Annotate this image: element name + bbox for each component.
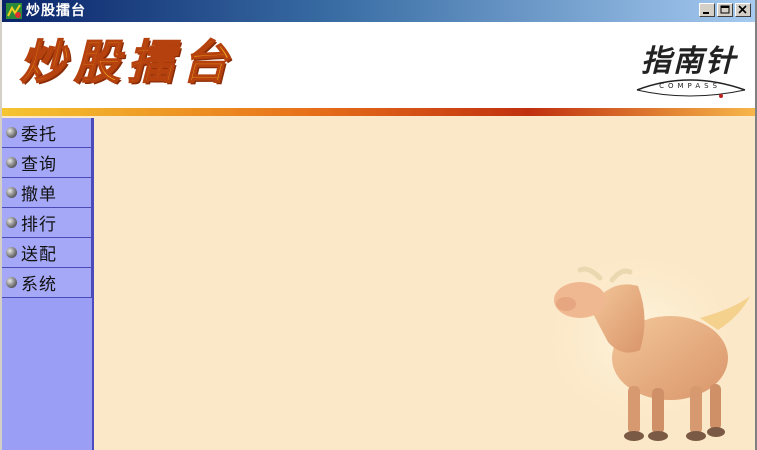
banner-accent-bar — [2, 108, 755, 116]
app-icon — [6, 3, 22, 19]
sidebar-item-label: 系统 — [21, 275, 57, 295]
sidebar-item-cancel-order[interactable]: 撤单 — [2, 178, 92, 208]
compass-arc-icon — [636, 79, 746, 98]
compass-logo: 指南针 COMPASS — [629, 30, 749, 106]
header-banner: 炒股擂台 指南针 COMPASS — [2, 22, 755, 108]
sidebar-item-system[interactable]: 系统 — [2, 268, 92, 298]
sidebar-menu: 委托 查询 撤单 排行 送配 系统 — [2, 118, 94, 450]
sidebar-item-label: 送配 — [21, 245, 57, 265]
minimize-icon — [703, 12, 709, 14]
bullet-icon — [6, 187, 17, 198]
bullet-icon — [6, 277, 17, 288]
maximize-button[interactable] — [717, 3, 733, 17]
close-button[interactable] — [735, 3, 751, 17]
bullet-icon — [6, 247, 17, 258]
title-bar[interactable]: 炒股擂台 — [2, 0, 755, 22]
banner-title: 炒股擂台 — [19, 34, 236, 90]
bullet-icon — [6, 217, 17, 228]
sidebar-item-ranking[interactable]: 排行 — [2, 208, 92, 238]
sidebar-item-label: 委托 — [21, 125, 57, 145]
sidebar-item-bonus-shares[interactable]: 送配 — [2, 238, 92, 268]
sidebar-item-label: 查询 — [21, 155, 57, 175]
sidebar-item-label: 排行 — [21, 215, 57, 235]
bullet-icon — [6, 127, 17, 138]
app-window: 炒股擂台 炒股擂台 指南针 COMPASS 委托 查询 撤单 排行 送配 系统 — [0, 0, 757, 450]
sidebar-item-query[interactable]: 查询 — [2, 148, 92, 178]
window-controls — [699, 3, 751, 17]
compass-logo-subtext: COMPASS — [659, 82, 721, 90]
window-title: 炒股擂台 — [26, 3, 86, 19]
main-content-area — [94, 118, 755, 450]
maximize-icon — [720, 5, 730, 14]
minimize-button[interactable] — [699, 3, 715, 17]
sidebar-item-entrust[interactable]: 委托 — [2, 118, 92, 148]
close-icon — [738, 5, 747, 14]
sidebar-item-label: 撤单 — [21, 185, 57, 205]
bull-mascot-image — [530, 238, 750, 441]
bullet-icon — [6, 157, 17, 168]
